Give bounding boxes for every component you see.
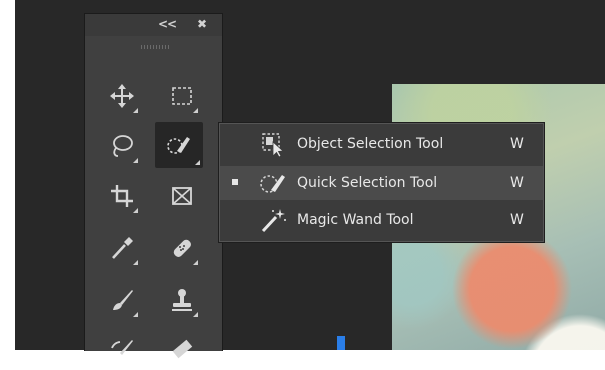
tools-panel: << ✖	[84, 13, 223, 359]
frame-tool-button[interactable]	[161, 176, 201, 216]
marquee-icon	[172, 87, 192, 105]
collapse-icon[interactable]: <<	[158, 16, 177, 32]
marquee-tool-button[interactable]	[161, 76, 201, 116]
flyout-item-shortcut: W	[510, 136, 524, 152]
magic-wand-icon	[261, 209, 286, 233]
quick-selection-icon	[167, 137, 190, 154]
bandage-icon	[173, 239, 191, 257]
crop-tool-button[interactable]	[101, 176, 141, 216]
crop-icon	[111, 185, 133, 207]
eyedropper-icon	[112, 237, 133, 259]
flyout-item-label: Magic Wand Tool	[297, 212, 414, 228]
lasso-icon	[113, 135, 133, 157]
quick-selection-tool-button[interactable]	[155, 122, 203, 168]
panel-header[interactable]: << ✖	[85, 14, 222, 36]
flyout-item-shortcut: W	[510, 175, 524, 191]
flyout-item-quick-selection[interactable]: Quick Selection Tool W	[220, 166, 543, 200]
eraser-tool-button[interactable]	[161, 330, 201, 370]
flyout-item-object-selection[interactable]: Object Selection Tool W	[220, 127, 543, 161]
clone-stamp-tool-button[interactable]	[161, 280, 201, 320]
close-icon[interactable]: ✖	[197, 16, 207, 32]
frame-icon	[172, 187, 192, 205]
eyedropper-tool-button[interactable]	[101, 228, 141, 268]
history-brush-icon	[111, 340, 133, 355]
lasso-tool-button[interactable]	[101, 126, 141, 166]
object-selection-icon	[262, 133, 284, 157]
selection-marker	[337, 336, 345, 350]
eraser-icon	[172, 339, 193, 359]
brush-icon	[113, 290, 133, 310]
selection-tools-flyout: Object Selection Tool W Quick Selection …	[218, 122, 545, 243]
spot-healing-tool-button[interactable]	[161, 228, 201, 268]
flyout-item-magic-wand[interactable]: Magic Wand Tool W	[220, 203, 543, 237]
panel-grip[interactable]	[141, 45, 169, 49]
flyout-item-shortcut: W	[510, 212, 524, 228]
brush-tool-button[interactable]	[101, 280, 141, 320]
quick-selection-icon	[260, 175, 285, 193]
stamp-icon	[172, 289, 192, 311]
history-brush-tool-button[interactable]	[101, 330, 141, 370]
flyout-item-label: Quick Selection Tool	[297, 175, 438, 191]
move-tool-button[interactable]	[101, 76, 141, 116]
move-icon	[110, 84, 134, 108]
selected-bullet-icon	[232, 179, 238, 185]
flyout-item-label: Object Selection Tool	[297, 136, 444, 152]
